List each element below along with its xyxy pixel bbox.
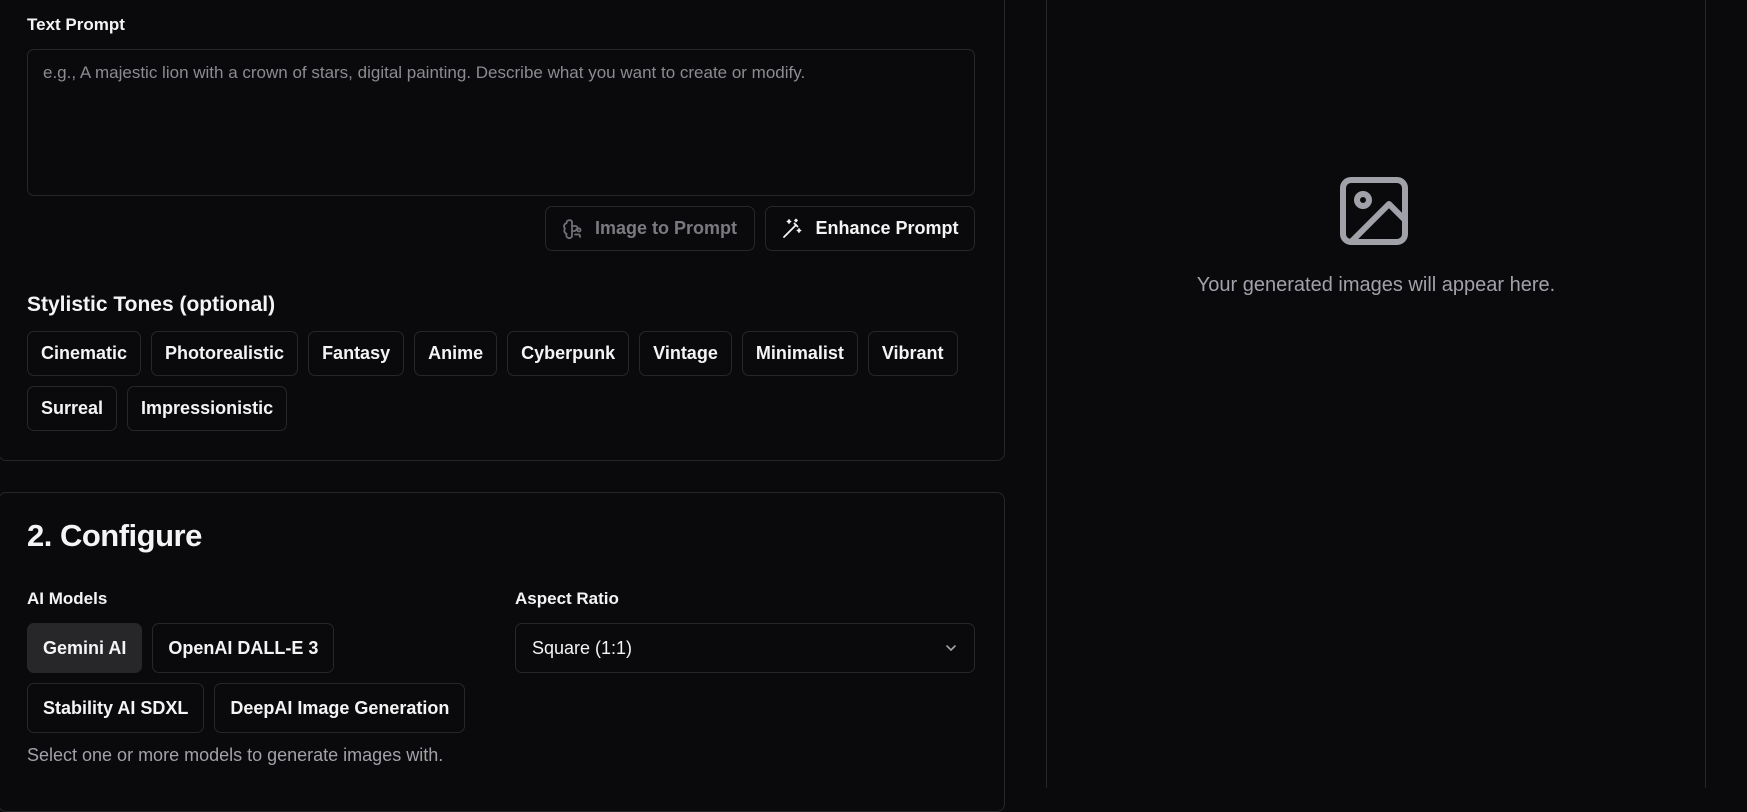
tone-chip-surreal[interactable]: Surreal — [27, 386, 118, 431]
aspect-ratio-value: Square (1:1) — [532, 637, 633, 658]
models-hint-text: Select one or more models to generate im… — [27, 745, 444, 765]
brain-icon — [563, 218, 582, 239]
model-chip-sdxl[interactable]: Stability AI SDXL — [27, 683, 205, 733]
models-row-1: Gemini AI OpenAI DALL-E 3 — [27, 623, 335, 673]
magic-wand-icon — [783, 218, 802, 238]
tone-chip-fantasy[interactable]: Fantasy — [308, 331, 405, 376]
ai-models-label: AI Models — [27, 589, 108, 608]
tones-row-1: Cinematic Photorealistic Fantasy Anime C… — [27, 331, 958, 376]
image-icon — [1340, 177, 1408, 245]
tone-chip-cyberpunk[interactable]: Cyberpunk — [507, 331, 630, 376]
text-prompt-label: Text Prompt — [27, 15, 125, 34]
enhance-prompt-label: Enhance Prompt — [815, 218, 959, 238]
enhance-prompt-button[interactable]: Enhance Prompt — [765, 206, 975, 251]
preview-empty-text: Your generated images will appear here. — [1196, 274, 1556, 296]
models-row-2: Stability AI SDXL DeepAI Image Generatio… — [27, 683, 466, 733]
text-prompt-input[interactable] — [27, 49, 975, 196]
model-chip-gemini[interactable]: Gemini AI — [27, 623, 143, 673]
aspect-ratio-select[interactable]: Square (1:1) — [515, 623, 975, 673]
image-to-prompt-label: Image to Prompt — [594, 218, 737, 238]
tone-chip-anime[interactable]: Anime — [414, 331, 498, 376]
preview-panel-border-right — [1705, 0, 1706, 788]
tones-row-2: Surreal Impressionistic — [27, 386, 288, 431]
aspect-ratio-label: Aspect Ratio — [515, 589, 619, 608]
tone-chip-photorealistic[interactable]: Photorealistic — [151, 331, 299, 376]
tone-chip-impressionistic[interactable]: Impressionistic — [127, 386, 288, 431]
configure-title: 2. Configure — [27, 518, 202, 553]
stylistic-tones-title: Stylistic Tones (optional) — [27, 293, 276, 316]
tone-chip-cinematic[interactable]: Cinematic — [27, 331, 142, 376]
image-to-prompt-button[interactable]: Image to Prompt — [545, 206, 755, 251]
tone-chip-vintage[interactable]: Vintage — [639, 331, 732, 376]
tone-chip-minimalist[interactable]: Minimalist — [741, 331, 858, 376]
preview-panel-border-left — [1046, 0, 1047, 788]
chevron-down-icon — [946, 645, 956, 651]
model-chip-deepai[interactable]: DeepAI Image Generation — [214, 683, 466, 733]
model-chip-dalle3[interactable]: OpenAI DALL-E 3 — [152, 623, 335, 673]
tone-chip-vibrant[interactable]: Vibrant — [867, 331, 958, 376]
